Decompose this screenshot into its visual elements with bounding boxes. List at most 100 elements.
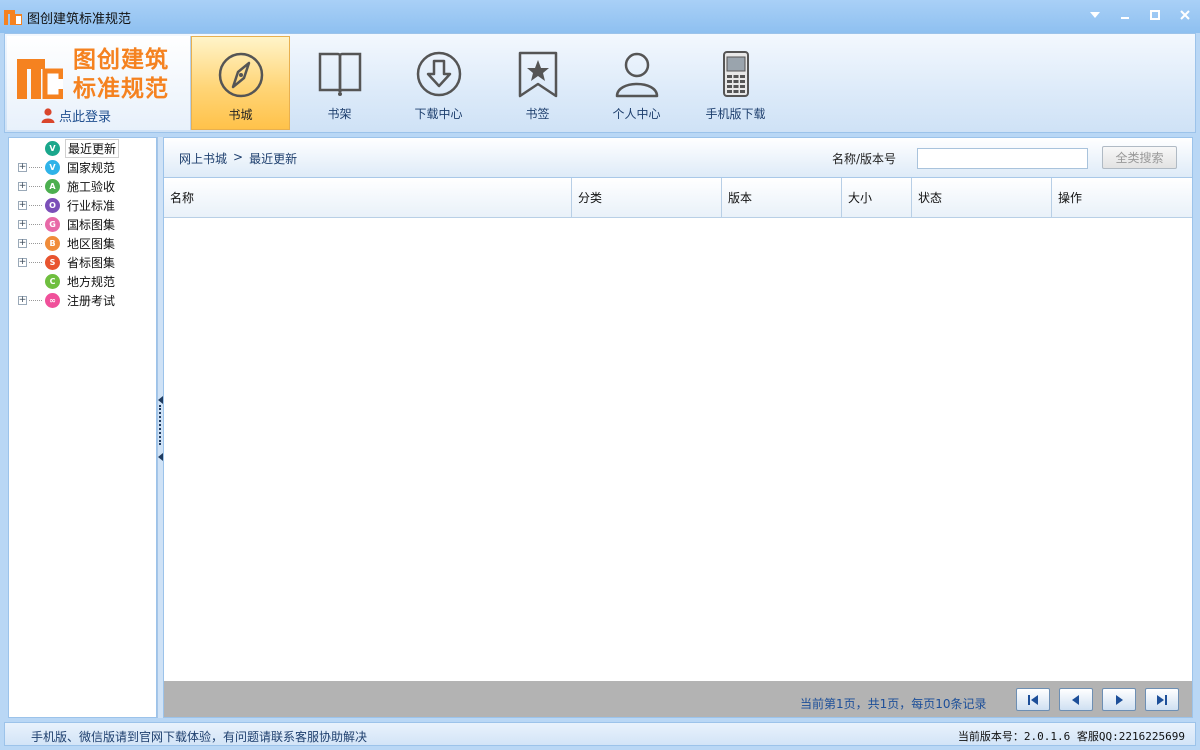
expand-icon[interactable]: + (18, 239, 27, 248)
column-version[interactable]: 版本 (722, 178, 842, 218)
android-icon: A (45, 179, 60, 194)
table-header: 名称 分类 版本 大小 状态 操作 (164, 178, 1192, 218)
search-label: 名称/版本号 (832, 152, 897, 166)
nav-label: 手机版下载 (705, 107, 766, 121)
tree-label: 国标图集 (67, 218, 116, 232)
vine-icon: V (45, 141, 60, 156)
first-page-button[interactable] (1016, 688, 1050, 711)
tree-item-local-codes[interactable]: C 地方规范 (18, 272, 117, 291)
app-logo-icon (4, 10, 22, 25)
maximize-icon (1150, 10, 1160, 20)
brand-name-line2: 标准规范 (73, 76, 169, 102)
last-page-button[interactable] (1145, 688, 1179, 711)
expand-icon[interactable]: + (18, 163, 27, 172)
breadcrumb-root[interactable]: 网上书城 (179, 150, 227, 167)
tree-item-construction-acceptance[interactable]: + A 施工验收 (18, 177, 117, 196)
next-page-button[interactable] (1102, 688, 1136, 711)
nav-label: 个人中心 (612, 107, 661, 121)
first-page-icon (1028, 694, 1038, 705)
main-nav: 书城 书架 下载中心 书签 个人中心 手机版下载 (191, 36, 785, 130)
tree-item-latest-updates[interactable]: V 最近更新 (18, 139, 120, 158)
expand-icon[interactable]: + (18, 182, 27, 191)
expand-icon[interactable]: + (18, 258, 27, 267)
pager-info: 当前第1页，共1页，每页10条记录 (800, 697, 987, 711)
nav-bookmarks[interactable]: 书签 (488, 36, 587, 130)
book-icon (318, 52, 361, 96)
close-button[interactable] (1172, 4, 1198, 26)
breadcrumb: 网上书城 > 最近更新 (179, 150, 297, 167)
version-info: 当前版本号：2.0.1.6 客服QQ:2216225699 (957, 730, 1185, 743)
close-icon (1180, 10, 1190, 20)
tree-item-national-codes[interactable]: + V 国家规范 (18, 158, 117, 177)
minimize-button[interactable] (1112, 4, 1138, 26)
tree-item-registration-exam[interactable]: + ∞ 注册考试 (18, 291, 117, 310)
nav-mobile-download[interactable]: 手机版下载 (686, 36, 785, 130)
user-icon (41, 108, 55, 123)
expand-icon[interactable]: + (18, 201, 27, 210)
search-input[interactable] (917, 148, 1088, 169)
breadcrumb-current: 最近更新 (249, 152, 298, 166)
window-title: 图创建筑标准规范 (27, 12, 132, 27)
brand-logo-icon (17, 59, 63, 99)
tree-label: 地方规范 (67, 275, 116, 289)
brand-panel: 图创建筑 标准规范 点此登录 (7, 36, 191, 130)
stumbleupon-icon: S (45, 255, 60, 270)
search-all-button[interactable]: 全类搜索 (1102, 146, 1177, 169)
tree-item-industry-standards[interactable]: + O 行业标准 (18, 196, 117, 215)
prev-page-icon (1072, 694, 1079, 705)
ring-icon: O (45, 198, 60, 213)
column-status[interactable]: 状态 (912, 178, 1052, 218)
brand-name: 图创建筑 标准规范 (73, 46, 169, 104)
tree-label: 地区图集 (67, 237, 116, 251)
nav-bookshelf[interactable]: 书架 (290, 36, 389, 130)
user-icon (615, 52, 658, 98)
compass-icon (218, 52, 263, 98)
status-bar: 手机版、微信版请到官网下载体验，有问题请联系客服协助解决 当前版本号：2.0.1… (4, 722, 1196, 746)
nav-personal-center[interactable]: 个人中心 (587, 36, 686, 130)
splitter-grip (159, 405, 161, 445)
title-bar: 图创建筑标准规范 (0, 0, 1200, 33)
nav-label: 书签 (525, 107, 550, 121)
nav-label: 书城 (228, 108, 253, 122)
column-size[interactable]: 大小 (842, 178, 912, 218)
phone-icon (722, 51, 749, 97)
tree-item-provincial-atlas[interactable]: + S 省标图集 (18, 253, 117, 272)
category-tree: V 最近更新 + V 国家规范 + A 施工验收 + O 行业标准 + G 国标… (8, 137, 157, 718)
tree-label: 最近更新 (65, 139, 120, 158)
tree-label: 施工验收 (67, 180, 116, 194)
tree-item-national-atlas[interactable]: + G 国标图集 (18, 215, 117, 234)
status-message: 手机版、微信版请到官网下载体验，有问题请联系客服协助解决 (31, 730, 368, 744)
column-actions[interactable]: 操作 (1052, 178, 1192, 218)
breadcrumb-separator: > (233, 150, 244, 164)
vimeo-icon: V (45, 160, 60, 175)
prev-page-button[interactable] (1059, 688, 1093, 711)
download-icon (416, 51, 461, 97)
window-menu-button[interactable] (1082, 4, 1108, 26)
column-name[interactable]: 名称 (164, 178, 572, 218)
minimize-icon (1121, 17, 1129, 19)
content-toolbar: 网上书城 > 最近更新 名称/版本号 全类搜索 (164, 138, 1192, 178)
bookmark-icon (518, 51, 557, 98)
login-label: 点此登录 (59, 110, 112, 125)
tree-label: 注册考试 (67, 294, 116, 308)
pager-bar: 当前第1页，共1页，每页10条记录 (164, 681, 1192, 717)
expand-icon[interactable]: + (18, 296, 27, 305)
nav-label: 下载中心 (414, 107, 463, 121)
next-page-icon (1116, 694, 1123, 705)
last-page-icon (1157, 694, 1167, 705)
maximize-button[interactable] (1142, 4, 1168, 26)
brand-name-line1: 图创建筑 (73, 47, 169, 73)
expand-icon[interactable]: + (18, 220, 27, 229)
tree-label: 国家规范 (67, 161, 116, 175)
blogger-icon: B (45, 236, 60, 251)
tree-label: 省标图集 (67, 256, 116, 270)
tree-item-regional-atlas[interactable]: + B 地区图集 (18, 234, 117, 253)
nav-label: 书架 (327, 107, 352, 121)
forrst-icon: C (45, 274, 60, 289)
column-category[interactable]: 分类 (572, 178, 722, 218)
login-link[interactable]: 点此登录 (41, 106, 111, 125)
nav-download-center[interactable]: 下载中心 (389, 36, 488, 130)
table-body (164, 219, 1192, 681)
nav-bookstore[interactable]: 书城 (191, 36, 290, 130)
flickr-icon: ∞ (45, 293, 60, 308)
